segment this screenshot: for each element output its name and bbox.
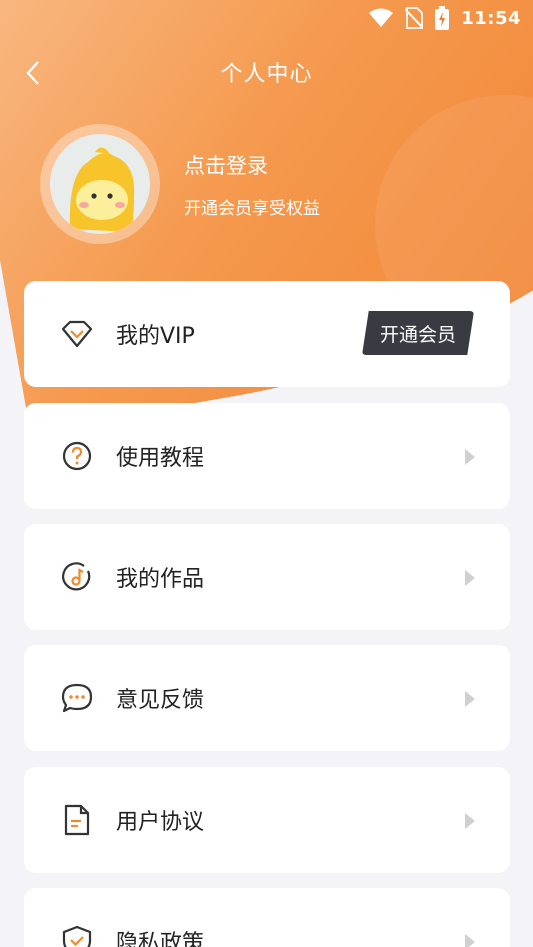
menu-item-user-agreement[interactable]: 用户协议 — [24, 767, 510, 873]
chevron-right-icon — [465, 813, 475, 829]
battery-charging-icon — [435, 6, 450, 30]
vip-tagline: 开通会员享受权益 — [184, 198, 320, 219]
menu-item-tutorial[interactable]: 使用教程 — [24, 403, 510, 509]
menu-item-label: 隐私政策 — [116, 931, 205, 947]
page-title: 个人中心 — [220, 62, 313, 87]
chat-bubble-icon — [60, 681, 94, 715]
menu-item-label: 使用教程 — [116, 446, 205, 471]
login-link[interactable]: 点击登录 — [184, 150, 320, 180]
profile-text: 点击登录 开通会员享受权益 — [184, 150, 320, 219]
wifi-icon — [369, 8, 394, 28]
status-bar: 11:54 — [0, 0, 533, 36]
menu-item-feedback[interactable]: 意见反馈 — [24, 645, 510, 751]
chevron-right-icon — [465, 449, 475, 465]
open-membership-button[interactable]: 开通会员 — [362, 311, 474, 355]
menu-item-my-works[interactable]: 我的作品 — [24, 524, 510, 630]
chevron-left-icon — [26, 61, 39, 85]
no-sim-icon — [405, 7, 424, 29]
vip-card[interactable]: 我的VIP 开通会员 — [24, 281, 510, 387]
back-button[interactable] — [18, 58, 48, 88]
avatar[interactable] — [50, 134, 150, 234]
chevron-right-icon — [465, 934, 475, 947]
shield-check-icon — [60, 924, 94, 947]
question-circle-icon — [60, 439, 94, 473]
menu-item-label: 我的作品 — [116, 567, 205, 592]
diamond-icon — [60, 317, 94, 351]
chevron-right-icon — [465, 570, 475, 586]
menu-item-label: 意见反馈 — [116, 688, 205, 713]
menu-item-privacy-policy[interactable]: 隐私政策 — [24, 888, 510, 947]
avatar-ring — [40, 124, 160, 244]
chevron-right-icon — [465, 691, 475, 707]
status-time: 11:54 — [461, 7, 521, 29]
login-profile[interactable]: 点击登录 开通会员享受权益 — [40, 124, 500, 244]
title-bar: 个人中心 — [0, 48, 533, 96]
document-icon — [60, 803, 94, 837]
music-disc-icon — [60, 560, 94, 594]
vip-label: 我的VIP — [116, 324, 195, 349]
menu-item-label: 用户协议 — [116, 810, 205, 835]
mascot-avatar-icon — [69, 147, 135, 232]
